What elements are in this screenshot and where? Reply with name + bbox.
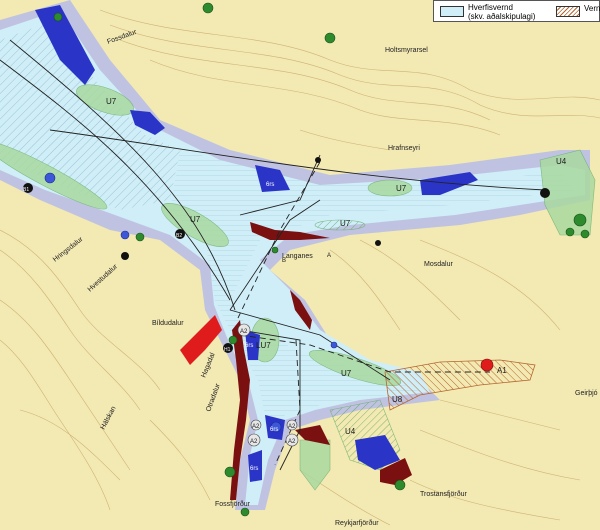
zone-6rs-d: 6rs — [270, 427, 278, 433]
zone-a2-c: A2 — [288, 439, 296, 445]
place-holtsmyrarsel: Holtsmyrarsel — [385, 47, 428, 54]
place-fossfjordur: Fossfjörður — [215, 500, 251, 508]
zone-u7-d: U7 — [341, 369, 352, 378]
zone-u8: U8 — [392, 395, 403, 404]
place-geirthjofsfjordur: Geirþjó — [575, 390, 598, 397]
place-trostansfjordur: Trostansfjörður — [420, 490, 467, 498]
legend-swatch-vernd — [556, 6, 580, 17]
place-hrafnseyri: Hrafnseyri — [388, 145, 420, 152]
zone-u7-a: U7 — [106, 97, 117, 106]
zone-lu7: LU7 — [256, 341, 271, 350]
map-legend: Hverfisvernd (skv. aðalskipulagi) Verno — [433, 0, 600, 22]
zone-6rs-a: 6rs — [266, 182, 274, 188]
marker-h1: H1 — [224, 347, 231, 353]
place-langanes: Langanes — [282, 253, 313, 260]
zone-u4-south: U4 — [345, 427, 356, 436]
place-mosdalur: Mosdalur — [424, 261, 453, 268]
zone-u7-e: U7 — [340, 219, 351, 228]
marker-b1: B1 — [23, 187, 29, 193]
zone-6rs-c: 6rs — [250, 466, 258, 472]
zone-u7-b: U7 — [190, 215, 201, 224]
zone-u7-c: U7 — [396, 184, 407, 193]
red-marker — [480, 358, 494, 372]
zone-a2-e: A2 — [252, 424, 260, 430]
zone-a2-a: A2 — [240, 329, 248, 335]
zone-a1: A1 — [497, 366, 507, 375]
legend-hverfisvernd-subtitle: (skv. aðalskipulagi) — [468, 12, 536, 21]
place-reykjarfjordur: Reykjarfjörður — [335, 519, 379, 527]
fjord-map[interactable]: U7 U7 U7 U7 U7 LU7 U4 U4 U8 A1 A2 A2 A2 … — [0, 0, 600, 530]
legend-hverfisvernd-title: Hverfisvernd — [468, 3, 513, 12]
marker-b2: B2 — [176, 233, 182, 239]
label-a: A — [327, 253, 331, 259]
zone-a2-b: A2 — [250, 439, 258, 445]
legend-vernd-label: Verno — [584, 4, 600, 13]
zone-u4-east: U4 — [556, 157, 567, 166]
legend-swatch-hverfisvernd — [440, 6, 464, 17]
zone-6rs-b: 6rs — [245, 343, 253, 349]
zone-a2-d: A2 — [288, 424, 296, 430]
place-bildudalur: Bíldudalur — [152, 320, 184, 327]
